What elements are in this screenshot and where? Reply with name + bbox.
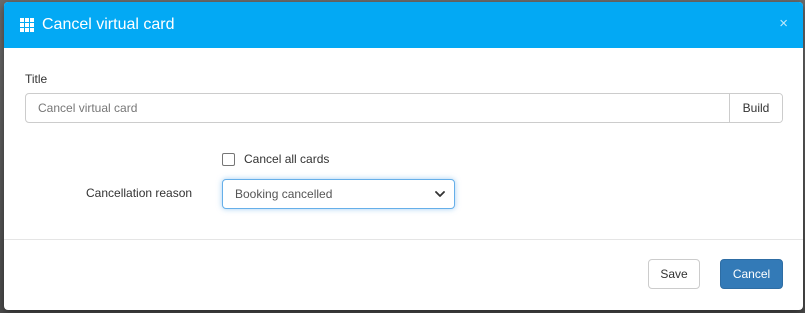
cancel-all-cards-row: Cancel all cards bbox=[222, 152, 329, 166]
cancellation-reason-select[interactable]: Booking cancelled bbox=[222, 179, 455, 209]
build-button[interactable]: Build bbox=[729, 94, 782, 122]
cancel-button[interactable]: Cancel bbox=[720, 259, 783, 289]
cancel-all-cards-label[interactable]: Cancel all cards bbox=[244, 152, 329, 166]
cancel-virtual-card-dialog: Cancel virtual card × Title Build Cancel… bbox=[4, 2, 803, 310]
cancel-all-cards-checkbox[interactable] bbox=[222, 152, 235, 166]
dialog-title: Cancel virtual card bbox=[42, 16, 175, 33]
chevron-down-icon bbox=[435, 191, 445, 197]
cancellation-reason-label: Cancellation reason bbox=[86, 186, 193, 200]
dialog-header: Cancel virtual card × bbox=[4, 2, 803, 48]
title-input-group: Build bbox=[25, 93, 783, 123]
cancellation-reason-value: Booking cancelled bbox=[235, 187, 333, 201]
footer-divider bbox=[4, 239, 803, 240]
save-button[interactable]: Save bbox=[648, 259, 700, 289]
title-label: Title bbox=[25, 72, 48, 86]
title-input[interactable] bbox=[26, 94, 729, 122]
close-icon[interactable]: × bbox=[779, 15, 788, 33]
grid-icon bbox=[20, 18, 34, 32]
